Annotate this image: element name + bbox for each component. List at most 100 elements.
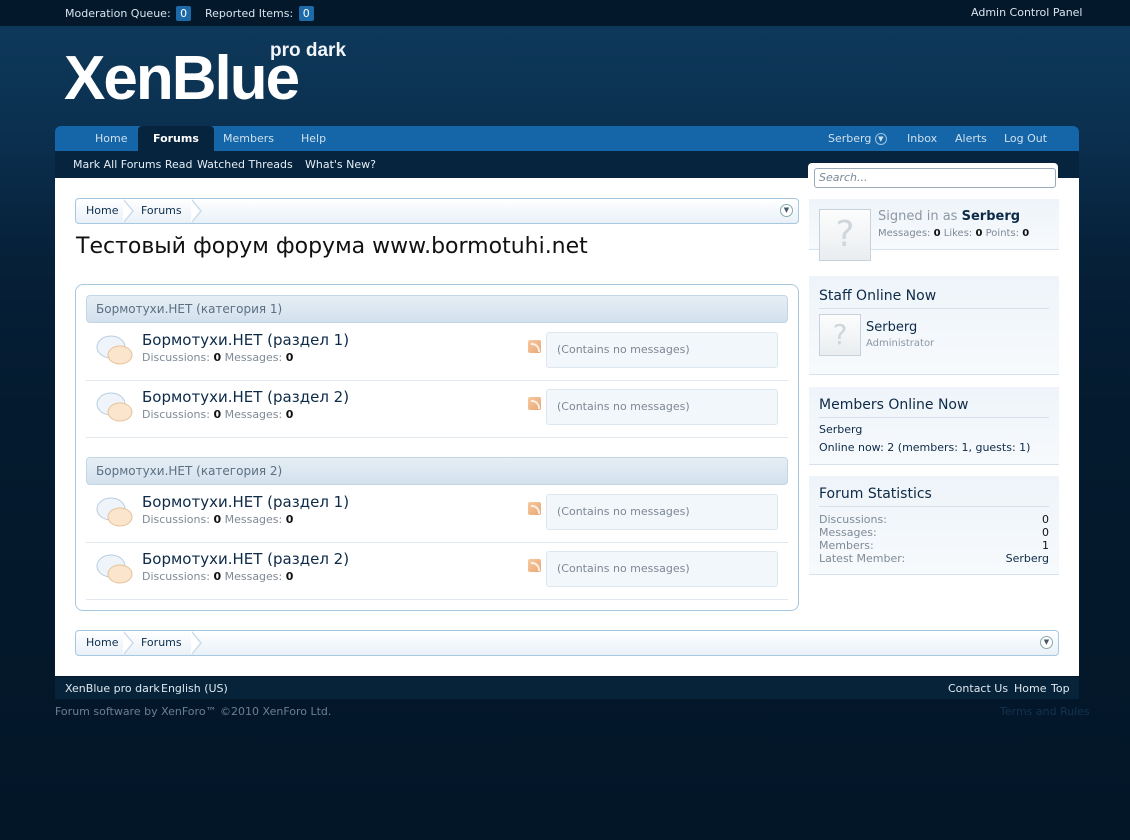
- reported-items-link[interactable]: Reported Items: 0: [205, 6, 314, 21]
- jump-menu-icon[interactable]: ▼: [1040, 636, 1053, 649]
- forum-stats: Discussions: 0 Messages: 0: [142, 351, 294, 364]
- style-chooser-link[interactable]: XenBlue pro dark: [65, 682, 160, 695]
- last-post-info: (Contains no messages): [546, 551, 778, 587]
- logo-main-text: XenBlue: [64, 44, 300, 113]
- forum-row: Бормотухи.НЕТ (раздел 2) Discussions: 0 …: [86, 381, 788, 438]
- whats-new-link[interactable]: What's New?: [305, 158, 376, 171]
- avatar-placeholder-icon: ?: [835, 214, 855, 255]
- breadcrumb-separator: [123, 631, 134, 655]
- logo-sub-text: pro dark: [270, 40, 347, 61]
- watched-threads-link[interactable]: Watched Threads: [197, 158, 293, 171]
- stat-row: Members: 1: [819, 539, 1049, 552]
- search-input[interactable]: Search...: [814, 168, 1056, 188]
- avatar-placeholder-icon: ?: [832, 318, 848, 351]
- footer-home-link[interactable]: Home: [1014, 682, 1046, 695]
- tab-members[interactable]: Members: [223, 126, 274, 151]
- category-title: Бормотухи.НЕТ (категория 1): [96, 302, 283, 316]
- footer: XenBlue pro dark English (US) Contact Us…: [55, 677, 1079, 699]
- forum-title[interactable]: Бормотухи.НЕТ (раздел 2): [142, 550, 349, 568]
- inbox-link[interactable]: Inbox: [907, 126, 937, 151]
- alerts-link[interactable]: Alerts: [955, 126, 987, 151]
- signed-in-label: Signed in as Serberg: [878, 209, 1021, 224]
- divider: [819, 506, 1049, 507]
- forum-list: Бормотухи.НЕТ (категория 1) Бормотухи.НЕ…: [75, 284, 799, 611]
- rss-icon[interactable]: [528, 340, 541, 353]
- breadcrumb-separator: [191, 631, 202, 655]
- page-title: Тестовый форум форума www.bormotuhi.net: [76, 234, 588, 259]
- breadcrumb-separator: [123, 199, 134, 223]
- chevron-down-icon: ▼: [874, 133, 887, 145]
- forum-title[interactable]: Бормотухи.НЕТ (раздел 2): [142, 388, 349, 406]
- stat-row: Latest Member: Serberg: [819, 552, 1049, 565]
- signed-in-user[interactable]: Serberg: [962, 209, 1020, 224]
- stat-row: Messages: 0: [819, 526, 1049, 539]
- visitor-panel: ? Signed in as Serberg Messages: 0 Likes…: [809, 199, 1059, 261]
- category-header[interactable]: Бормотухи.НЕТ (категория 1): [86, 295, 788, 323]
- divider: [819, 417, 1049, 418]
- terms-link[interactable]: Terms and Rules: [1000, 705, 1090, 718]
- divider: [819, 308, 1049, 309]
- admin-control-panel-link[interactable]: Admin Control Panel: [971, 6, 1083, 20]
- moderation-queue-count: 0: [176, 6, 192, 21]
- language-chooser-link[interactable]: English (US): [161, 682, 228, 695]
- tab-home[interactable]: Home: [95, 126, 127, 151]
- moderation-queue-label: Moderation Queue:: [65, 7, 171, 20]
- category-title: Бормотухи.НЕТ (категория 2): [96, 464, 283, 478]
- last-post-info: (Contains no messages): [546, 389, 778, 425]
- user-menu-name: Serberg: [828, 132, 872, 145]
- rss-icon[interactable]: [528, 397, 541, 410]
- moderator-bar: Moderation Queue: 0 Reported Items: 0 Ad…: [0, 0, 1130, 26]
- forum-read-icon: [96, 554, 133, 584]
- jump-menu-icon[interactable]: ▼: [780, 204, 793, 217]
- top-link[interactable]: Top: [1051, 682, 1070, 695]
- copyright[interactable]: Forum software by XenForo™ ©2010 XenForo…: [55, 705, 331, 718]
- forum-statistics-block: Forum Statistics Discussions: 0 Messages:…: [809, 476, 1059, 575]
- last-post-info: (Contains no messages): [546, 332, 778, 368]
- forum-title[interactable]: Бормотухи.НЕТ (раздел 1): [142, 331, 349, 349]
- breadcrumb-forums[interactable]: Forums: [141, 631, 182, 655]
- last-post-info: (Contains no messages): [546, 494, 778, 530]
- search-box: Search...: [808, 163, 1058, 197]
- breadcrumb-home[interactable]: Home: [86, 631, 118, 655]
- visitor-stats: Messages: 0 Likes: 0 Points: 0: [878, 228, 1030, 239]
- user-menu[interactable]: Serberg ▼: [828, 126, 887, 151]
- avatar[interactable]: ?: [819, 314, 861, 356]
- staff-online-block: Staff Online Now ? Serberg Administrator: [809, 276, 1059, 375]
- staff-name[interactable]: Serberg: [866, 320, 917, 335]
- breadcrumb-separator: [191, 199, 202, 223]
- forum-row: Бормотухи.НЕТ (раздел 1) Discussions: 0 …: [86, 324, 788, 381]
- members-online-title: Members Online Now: [819, 397, 969, 413]
- breadcrumb-forums[interactable]: Forums: [141, 199, 182, 223]
- online-member[interactable]: Serberg: [819, 423, 862, 436]
- category-header[interactable]: Бормотухи.НЕТ (категория 2): [86, 457, 788, 485]
- members-online-block: Members Online Now Serberg Online now: 2…: [809, 387, 1059, 465]
- breadcrumb-bottom: Home Forums ▼: [75, 630, 1059, 656]
- reported-items-count: 0: [298, 6, 314, 21]
- forum-read-icon: [96, 497, 133, 527]
- forum-row: Бормотухи.НЕТ (раздел 2) Discussions: 0 …: [86, 543, 788, 600]
- logout-link[interactable]: Log Out: [1004, 126, 1047, 151]
- reported-items-label: Reported Items:: [205, 7, 294, 20]
- mark-all-forums-read-link[interactable]: Mark All Forums Read: [73, 158, 193, 171]
- staff-role: Administrator: [866, 338, 935, 349]
- forum-read-icon: [96, 335, 133, 365]
- forum-title[interactable]: Бормотухи.НЕТ (раздел 1): [142, 493, 349, 511]
- avatar[interactable]: ?: [819, 209, 871, 261]
- rss-icon[interactable]: [528, 502, 541, 515]
- main-navigation: Home Forums Members Help Serberg ▼ Inbox…: [55, 126, 1079, 151]
- contact-us-link[interactable]: Contact Us: [948, 682, 1008, 695]
- forum-stats: Discussions: 0 Messages: 0: [142, 408, 294, 421]
- forum-stats: Discussions: 0 Messages: 0: [142, 513, 294, 526]
- breadcrumb-home[interactable]: Home: [86, 199, 118, 223]
- rss-icon[interactable]: [528, 559, 541, 572]
- stat-row: Discussions: 0: [819, 513, 1049, 526]
- tab-help[interactable]: Help: [301, 126, 326, 151]
- forum-read-icon: [96, 392, 133, 422]
- moderation-queue-link[interactable]: Moderation Queue: 0: [65, 6, 192, 21]
- forum-stats: Discussions: 0 Messages: 0: [142, 570, 294, 583]
- forum-row: Бормотухи.НЕТ (раздел 1) Discussions: 0 …: [86, 486, 788, 543]
- staff-online-title: Staff Online Now: [819, 288, 937, 304]
- tab-forums[interactable]: Forums: [138, 126, 214, 151]
- breadcrumb: Home Forums ▼: [75, 198, 799, 224]
- online-count: Online now: 2 (members: 1, guests: 1): [819, 441, 1031, 454]
